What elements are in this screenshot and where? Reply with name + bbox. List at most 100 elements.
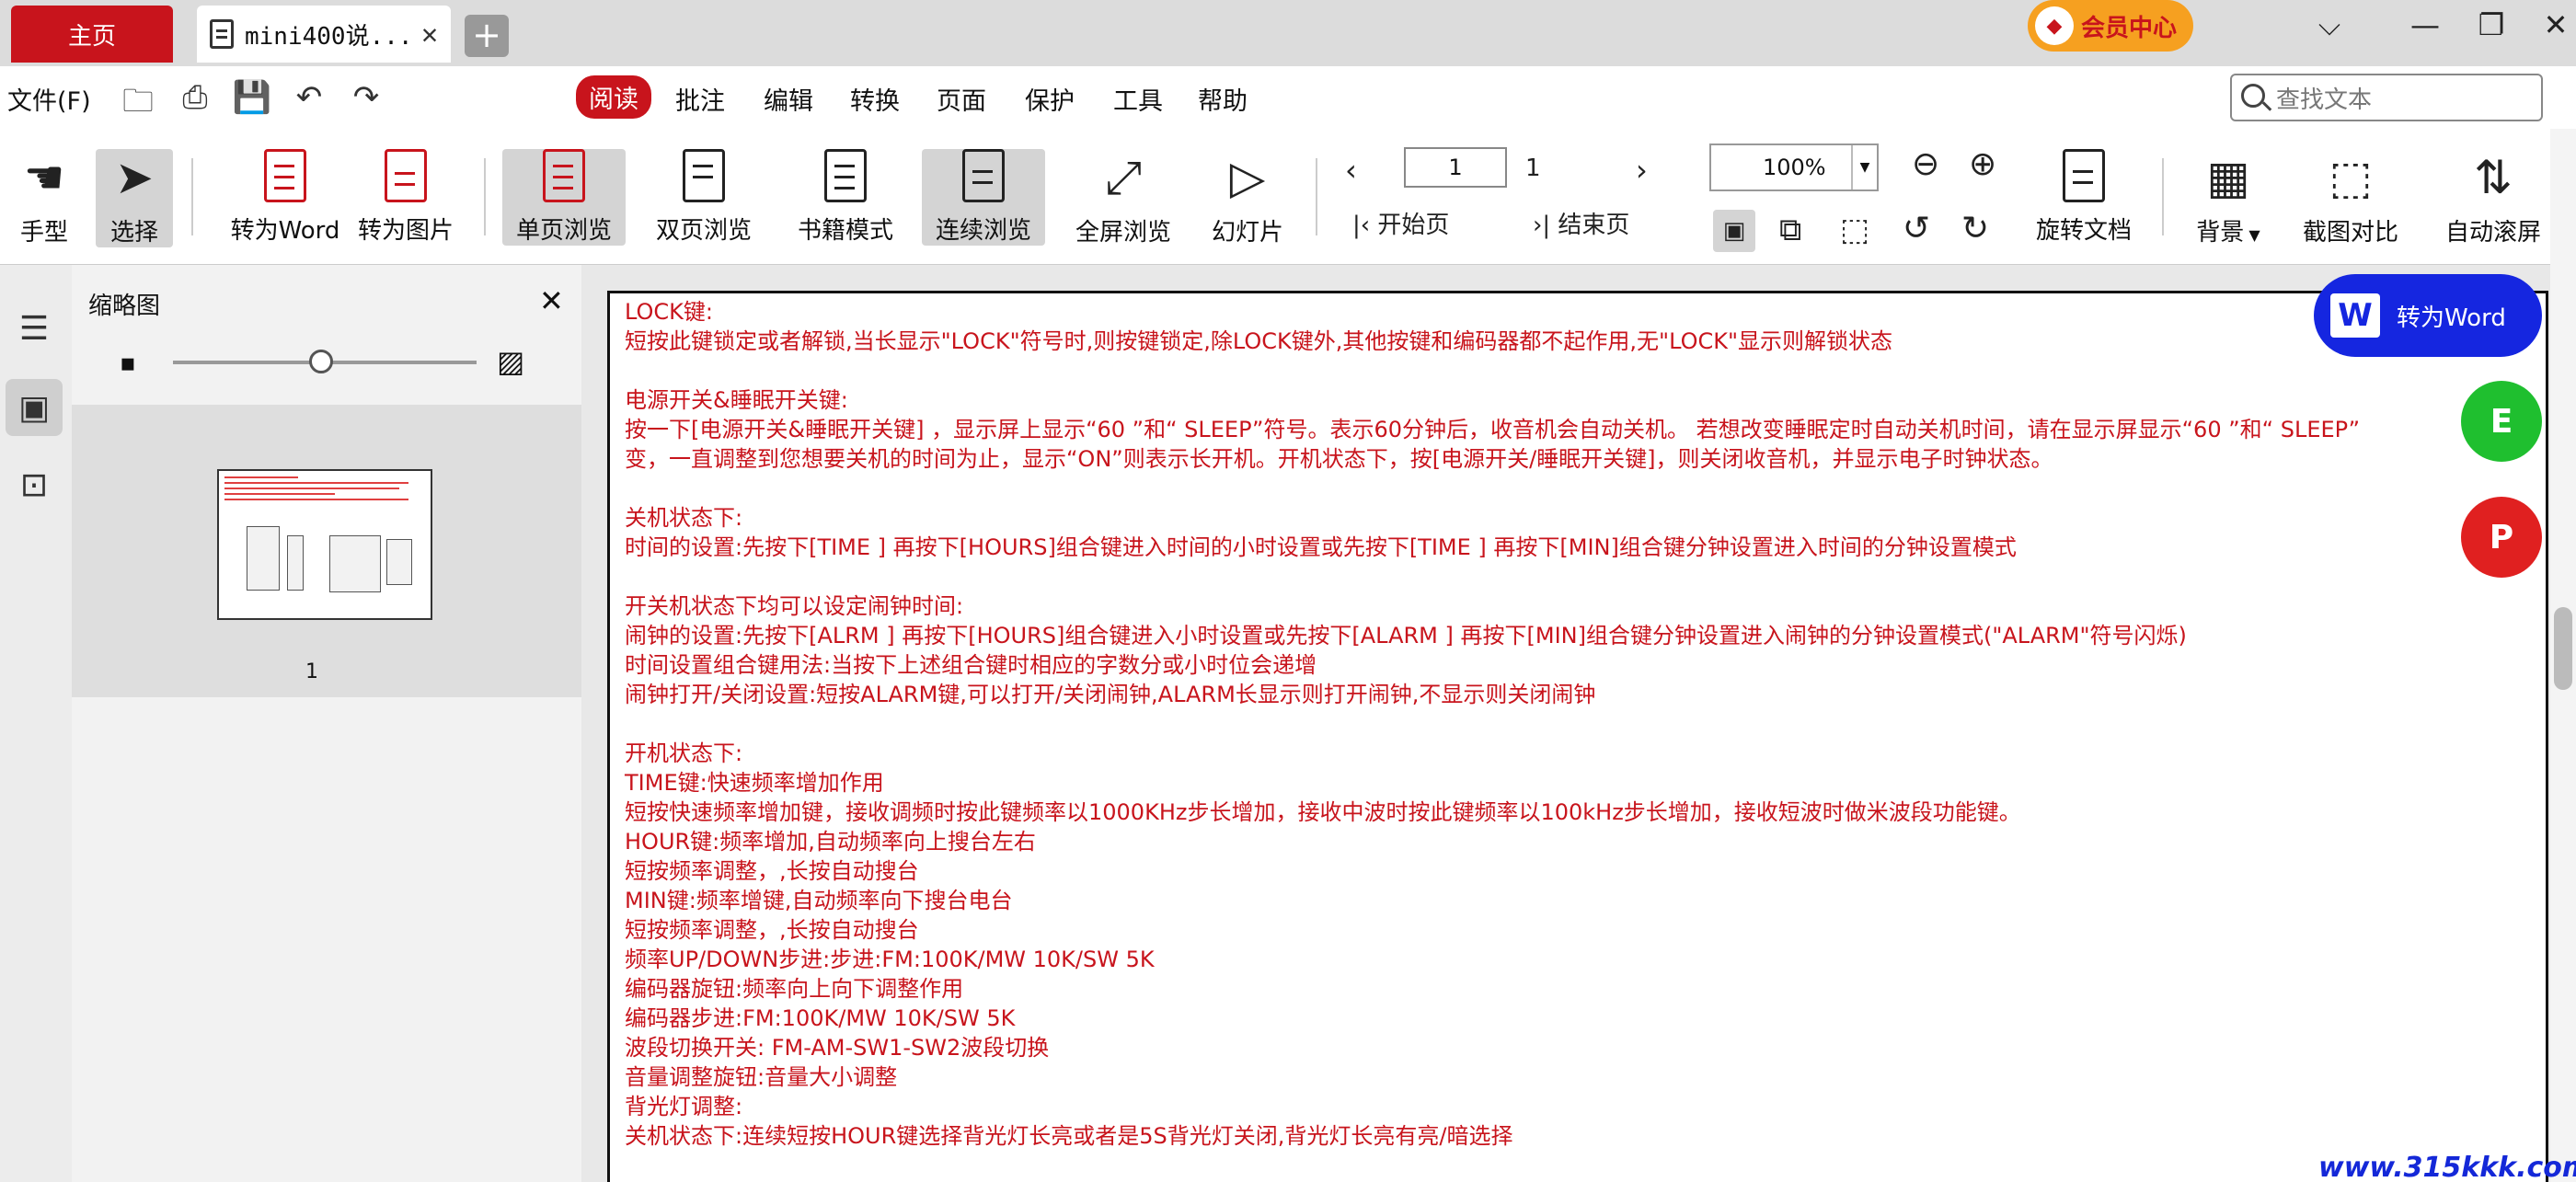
outline-list-icon[interactable]: ☰: [6, 300, 63, 357]
menu-read[interactable]: 阅读: [576, 75, 651, 119]
tab-document[interactable]: mini400说... ✕: [197, 6, 451, 63]
menu-help[interactable]: 帮助: [1198, 81, 1248, 117]
document-text-line: 闹钟打开/关闭设置:短按ALARM键,可以打开/关闭闹钟,ALARM长显示则打开…: [625, 682, 1596, 707]
thumbnail-size-slider[interactable]: [173, 350, 477, 373]
scrollbar-thumb[interactable]: [2554, 607, 2572, 690]
menu-protect[interactable]: 保护: [1025, 81, 1075, 117]
to-image-label: 转为图片: [357, 217, 454, 245]
next-page-icon[interactable]: ›: [1636, 153, 1648, 188]
first-page-button[interactable]: |‹ 开始页: [1352, 206, 1449, 240]
menu-annotate[interactable]: 批注: [675, 81, 725, 117]
background-button[interactable]: ▦ 背景 ▼: [2191, 149, 2265, 247]
single-page-icon: [543, 149, 585, 202]
search-placeholder: 查找文本: [2276, 86, 2373, 114]
menu-bar: 文件(F) 🗀 ⎙ 💾 ↶ ↷ 阅读 批注 编辑 转换 页面 保护 工具 帮助 …: [0, 66, 2576, 129]
minimize-icon[interactable]: —: [2405, 7, 2445, 42]
zoom-select[interactable]: 100% ▼: [1709, 143, 1879, 191]
thumbnail-panel-title: 缩略图: [88, 293, 161, 320]
tab-close-icon[interactable]: ✕: [421, 18, 438, 51]
window-menu-icon[interactable]: ⌵: [2309, 7, 2350, 43]
rotate-right-icon[interactable]: ↻: [1961, 210, 1989, 247]
slider-handle[interactable]: [309, 350, 333, 373]
vertical-scrollbar[interactable]: [2550, 129, 2576, 1182]
single-page-button[interactable]: 单页浏览: [502, 149, 626, 246]
first-page-label: 开始页: [1377, 212, 1450, 239]
slideshow-label: 幻灯片: [1211, 219, 1283, 247]
document-text-line: 波段切换开关: FM-AM-SW1-SW2波段切换: [625, 1035, 1050, 1061]
document-text-line: 频率UP/DOWN步进:步进:FM:100K/MW 10K/SW 5K: [625, 947, 1155, 972]
page-number-input[interactable]: 1: [1404, 147, 1507, 188]
menu-file[interactable]: 文件(F): [7, 81, 91, 117]
redo-icon[interactable]: ↷: [346, 79, 386, 116]
screenshot-compare-button[interactable]: ⬚ 截图对比: [2300, 149, 2401, 247]
to-image-button[interactable]: 转为图片: [355, 149, 456, 246]
select-label: 选择: [109, 219, 158, 247]
last-page-button[interactable]: ›| 结束页: [1533, 206, 1629, 240]
zoom-out-icon[interactable]: ⊖: [1912, 145, 1939, 183]
open-folder-icon[interactable]: 🗀: [118, 79, 158, 132]
document-text-line: 短按此键锁定或者解锁,当长显示"LOCK"符号时,则按键锁定,除LOCK键外,其…: [625, 328, 1893, 354]
print-icon[interactable]: ⎙: [175, 79, 215, 116]
restore-icon[interactable]: ❐: [2471, 7, 2512, 42]
bookmark-icon[interactable]: ⊡: [6, 456, 63, 513]
menu-convert[interactable]: 转换: [850, 81, 900, 117]
rotate-left-icon[interactable]: ↺: [1903, 210, 1930, 247]
fullscreen-button[interactable]: ⤢ 全屏浏览: [1073, 149, 1174, 247]
search-icon: [2241, 84, 2265, 108]
page-thumbnail[interactable]: [217, 469, 432, 620]
menu-page[interactable]: 页面: [937, 81, 986, 117]
vip-center-button[interactable]: ◆ 会员中心: [2028, 0, 2193, 52]
document-text-line: 关机状态下:连续短按HOUR键选择背光灯长亮或者是5S背光灯关闭,背光灯长亮有亮…: [625, 1123, 1513, 1149]
small-image-icon: ▪: [120, 350, 136, 377]
book-icon: [824, 149, 867, 202]
document-text-line: 编码器旋钮:频率向上向下调整作用: [625, 976, 964, 1002]
excel-convert-icon[interactable]: E: [2461, 381, 2542, 462]
word-app-icon: W: [2330, 293, 2380, 338]
auto-scroll-icon: ⇅: [2474, 151, 2513, 204]
search-input[interactable]: 查找文本: [2230, 74, 2543, 121]
select-tool-button[interactable]: ➤ 选择: [96, 149, 173, 247]
save-icon[interactable]: 💾: [232, 79, 272, 116]
vip-diamond-icon: ◆: [2035, 6, 2074, 45]
continuous-button[interactable]: 连续浏览: [922, 149, 1045, 246]
menu-edit[interactable]: 编辑: [764, 81, 813, 117]
tab-document-title: mini400说...: [245, 22, 413, 51]
book-mode-button[interactable]: 书籍模式: [795, 149, 896, 246]
fit-page-icon[interactable]: ⧉: [1779, 212, 1801, 248]
toolbar: ☚ 手型 ➤ 选择 转为Word 转为图片 单页浏览 双页浏览 书籍模式 连续浏…: [0, 129, 2576, 265]
actual-size-icon[interactable]: ▣: [1713, 210, 1755, 252]
undo-icon[interactable]: ↶: [289, 79, 329, 116]
fullscreen-icon: ⤢: [1105, 151, 1142, 204]
ppt-convert-icon[interactable]: P: [2461, 497, 2542, 578]
large-image-icon: ▨: [497, 344, 525, 379]
background-chevron-icon: ▼: [2244, 226, 2260, 244]
document-text-line: 时间的设置:先按下[TIME ] 再按下[HOURS]组合键进入时间的小时设置或…: [625, 534, 2017, 560]
double-page-button[interactable]: 双页浏览: [653, 149, 754, 246]
slideshow-button[interactable]: ▷ 幻灯片: [1209, 149, 1286, 247]
floating-to-word-button[interactable]: W 转为Word: [2314, 274, 2542, 357]
fit-width-icon[interactable]: ⬚: [1840, 212, 1869, 248]
continuous-icon: [962, 149, 1005, 202]
site-watermark: www.315kkk.com: [2318, 1152, 2576, 1182]
rotate-document-button[interactable]: 旋转文档: [2033, 149, 2134, 246]
compare-label: 截图对比: [2302, 219, 2398, 247]
image-doc-icon: [385, 149, 427, 202]
slideshow-icon: ▷: [1229, 151, 1266, 204]
document-viewport[interactable]: LOCK键: 短按此键锁定或者解锁,当长显示"LOCK"符号时,则按键锁定,除LO…: [581, 265, 2550, 1182]
prev-page-icon[interactable]: ‹: [1345, 153, 1357, 188]
menu-tools[interactable]: 工具: [1113, 81, 1163, 117]
thumbnail-icon[interactable]: ▣: [6, 379, 63, 436]
zoom-value: 100%: [1763, 155, 1826, 180]
background-label: 背景: [2196, 219, 2245, 247]
document-text-line: 开关机状态下均可以设定闹钟时间:: [625, 593, 964, 619]
hand-tool-button[interactable]: ☚ 手型: [11, 149, 77, 247]
auto-scroll-button[interactable]: ⇅ 自动滚屏: [2440, 149, 2547, 247]
tab-home[interactable]: 主页: [11, 6, 173, 63]
to-word-button[interactable]: 转为Word: [213, 149, 357, 246]
word-doc-icon: [264, 149, 306, 202]
zoom-in-icon[interactable]: ⊕: [1969, 145, 1996, 183]
document-text-line: 短按频率调整，,长按自动搜台: [625, 917, 919, 943]
new-tab-button[interactable]: +: [465, 15, 509, 57]
panel-close-icon[interactable]: ✕: [539, 283, 564, 318]
close-window-icon[interactable]: ✕: [2536, 7, 2576, 42]
